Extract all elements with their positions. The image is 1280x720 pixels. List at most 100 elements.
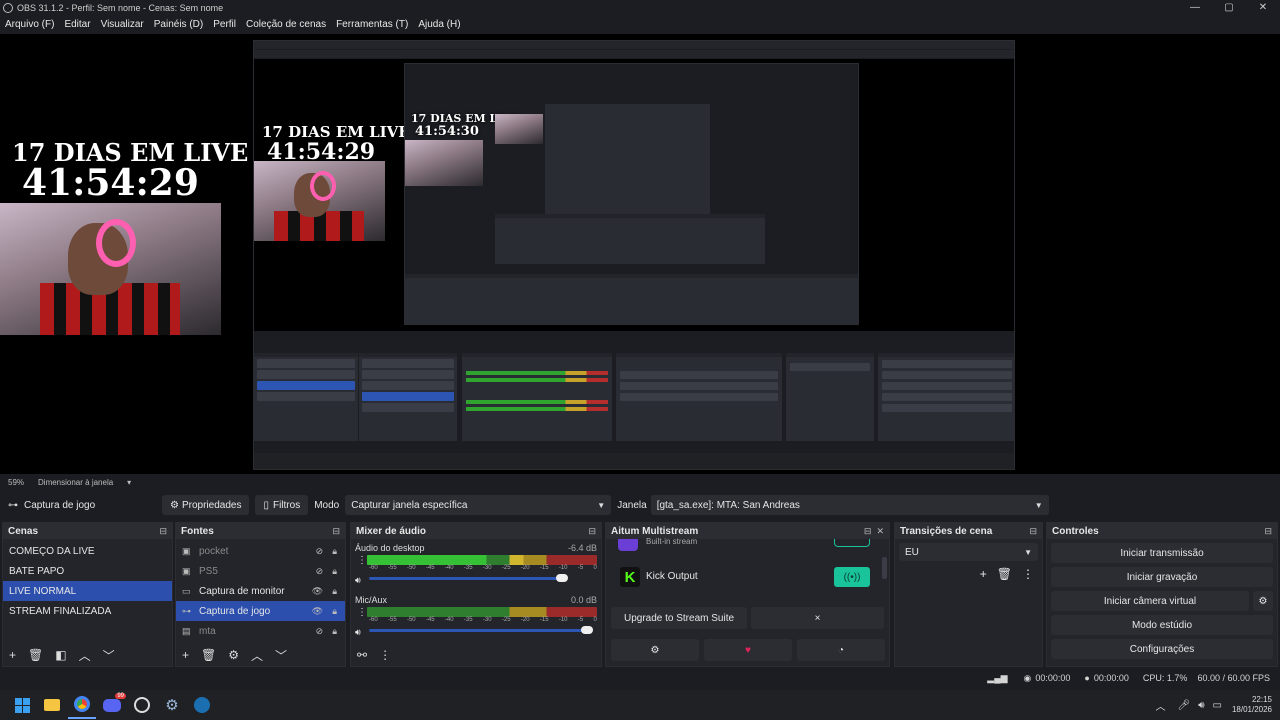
steam-taskbar-button[interactable] <box>188 691 216 719</box>
maximize-button[interactable]: ▢ <box>1212 0 1246 15</box>
source-item[interactable]: ▤ mta ⊘ 🔒︎ <box>176 621 345 641</box>
obs-taskbar-button[interactable] <box>128 691 156 719</box>
preview-canvas[interactable]: 17 DIAS EM LIVE 41:54:29 17 DIAS EM LIVE… <box>0 34 1280 474</box>
dock-float-icon[interactable]: ⊟ <box>159 526 167 537</box>
move-down-button[interactable]: ﹀ <box>275 647 287 664</box>
zoom-percent[interactable]: 59% <box>8 478 24 487</box>
tray-overflow-icon[interactable]: ︿ <box>1155 698 1165 713</box>
scale-tick: -15 <box>539 565 549 571</box>
scale-tick: -5 <box>577 565 584 571</box>
eye-icon[interactable]: 👁︎ <box>312 586 323 597</box>
remove-source-button[interactable]: 🗑︎ <box>201 648 216 662</box>
slider-knob[interactable] <box>556 574 568 582</box>
nested-obs-capture: 17 DIAS EM LIVE 41:54:29 17 DIAS EM LIVE… <box>253 40 1015 470</box>
discord-button[interactable]: ◔ <box>797 639 885 661</box>
dock-float-icon[interactable]: ⊟ <box>1264 526 1272 537</box>
speaker-icon[interactable]: 🔊︎ <box>355 575 361 586</box>
window-select[interactable]: [gta_sa.exe]: MTA: San Andreas ▼ <box>650 495 1049 515</box>
add-source-button[interactable]: + <box>182 648 189 662</box>
start-button[interactable] <box>8 691 36 719</box>
menu-colecao-cenas[interactable]: Coleção de cenas <box>246 19 326 30</box>
lock-icon[interactable]: 🔒︎ <box>332 546 337 557</box>
lock-icon[interactable]: 🔒︎ <box>332 606 337 617</box>
menu-paineis[interactable]: Painéis (D) <box>154 19 203 30</box>
settings-button[interactable]: Configurações <box>1051 639 1273 659</box>
scene-item[interactable]: STREAM FINALIZADA <box>3 601 172 621</box>
minimize-button[interactable]: — <box>1178 0 1212 15</box>
add-scene-button[interactable]: + <box>9 648 16 662</box>
upgrade-button[interactable]: Upgrade to Stream Suite <box>611 607 747 629</box>
dock-close-icon[interactable]: ✕ <box>876 526 884 536</box>
eye-off-icon[interactable]: ⊘ <box>316 566 324 577</box>
upgrade-dismiss-button[interactable]: × <box>751 607 884 629</box>
transition-menu-button[interactable]: ⋮ <box>1022 567 1034 581</box>
kick-stream-toggle[interactable]: ((•)) <box>834 567 870 587</box>
add-transition-button[interactable]: + <box>980 567 987 581</box>
volume-slider[interactable] <box>369 625 597 635</box>
properties-button[interactable]: ⚙ Propriedades <box>162 495 250 515</box>
menu-editar[interactable]: Editar <box>64 19 90 30</box>
virtual-camera-settings-button[interactable]: ⚙ <box>1253 591 1273 611</box>
scene-item[interactable]: LIVE NORMAL <box>3 581 172 601</box>
dock-float-icon[interactable]: ⊟ <box>1029 526 1037 537</box>
menu-ajuda[interactable]: Ajuda (H) <box>418 19 460 30</box>
source-item[interactable]: ▭ Captura de monitor 👁︎ 🔒︎ <box>176 581 345 601</box>
source-item[interactable]: ▣ PS5 ⊘ 🔒︎ <box>176 561 345 581</box>
channel-menu-icon[interactable]: ⋮ <box>357 607 367 618</box>
mode-select[interactable]: Capturar janela específica ▼ <box>345 495 612 515</box>
studio-mode-button[interactable]: Modo estúdio <box>1051 615 1273 635</box>
lock-icon[interactable]: 🔒︎ <box>332 586 337 597</box>
eye-off-icon[interactable]: ⊘ <box>316 546 324 557</box>
menu-ferramentas[interactable]: Ferramentas (T) <box>336 19 408 30</box>
dock-float-icon[interactable]: ⊟ <box>864 526 872 536</box>
close-button[interactable]: ✕ <box>1246 0 1280 15</box>
lock-icon[interactable]: 🔒︎ <box>332 626 337 637</box>
menu-perfil[interactable]: Perfil <box>213 19 236 30</box>
scene-filters-button[interactable]: ◧ <box>55 648 66 662</box>
source-item[interactable]: ▣ pocket ⊘ 🔒︎ <box>176 541 345 561</box>
zoom-mode[interactable]: Dimensionar à janela <box>38 478 113 487</box>
volume-slider[interactable] <box>369 573 597 583</box>
menu-visualizar[interactable]: Visualizar <box>101 19 144 30</box>
discord-taskbar-button[interactable]: 99 <box>98 691 126 719</box>
remove-transition-button[interactable]: 🗑︎ <box>997 567 1012 581</box>
move-up-button[interactable]: ︿ <box>79 647 91 664</box>
remove-scene-button[interactable]: 🗑︎ <box>28 648 43 662</box>
network-icon[interactable]: ▭ <box>1213 700 1222 711</box>
builtin-stream-toggle[interactable] <box>834 539 870 547</box>
dock-float-icon[interactable]: ⊟ <box>332 526 340 537</box>
gear-icon: ⚙ <box>170 499 179 511</box>
mixer-settings-icon[interactable]: ⚯ <box>357 648 367 662</box>
scrollbar[interactable] <box>882 557 887 579</box>
slider-knob[interactable] <box>581 626 593 634</box>
clock[interactable]: 22:15 18/01/2026 <box>1232 695 1272 715</box>
scene-item[interactable]: BATE PAPO <box>3 561 172 581</box>
eye-icon[interactable]: 👁︎ <box>312 606 323 617</box>
speaker-icon[interactable]: 🔊︎ <box>355 627 361 638</box>
transition-select[interactable]: EU ▼ <box>899 543 1038 561</box>
scene-item[interactable]: COMEÇO DA LIVE <box>3 541 172 561</box>
start-streaming-button[interactable]: Iniciar transmissão <box>1051 543 1273 563</box>
move-down-button[interactable]: ﹀ <box>103 647 115 664</box>
mixer-menu-icon[interactable]: ⋮ <box>379 648 391 662</box>
chrome-button[interactable] <box>68 691 96 719</box>
start-recording-button[interactable]: Iniciar gravação <box>1051 567 1273 587</box>
donate-button[interactable]: ♥ <box>704 639 792 661</box>
source-item[interactable]: ⊶ Captura de jogo 👁︎ 🔒︎ <box>176 601 345 621</box>
mic-icon[interactable]: 🎤︎ <box>1177 700 1190 711</box>
source-properties-button[interactable]: ⚙ <box>228 648 239 662</box>
menu-arquivo[interactable]: Arquivo (F) <box>5 19 54 30</box>
settings-taskbar-button[interactable]: ⚙ <box>158 691 186 719</box>
multistream-settings-button[interactable]: ⚙ <box>611 639 699 661</box>
move-up-button[interactable]: ︿ <box>251 647 263 664</box>
filters-button[interactable]: ▯ Filtros <box>255 495 309 515</box>
dock-float-icon[interactable]: ⊟ <box>588 526 596 537</box>
channel-menu-icon[interactable]: ⋮ <box>357 555 367 566</box>
start-virtual-camera-button[interactable]: Iniciar câmera virtual <box>1051 591 1249 611</box>
lock-icon[interactable]: 🔒︎ <box>332 566 337 577</box>
zoom-dropdown-icon[interactable]: ▾ <box>127 478 131 487</box>
volume-icon[interactable]: 🔊︎ <box>1198 700 1204 711</box>
eye-off-icon[interactable]: ⊘ <box>316 626 324 637</box>
file-explorer-button[interactable] <box>38 691 66 719</box>
channel-db: -6.4 dB <box>567 543 597 553</box>
